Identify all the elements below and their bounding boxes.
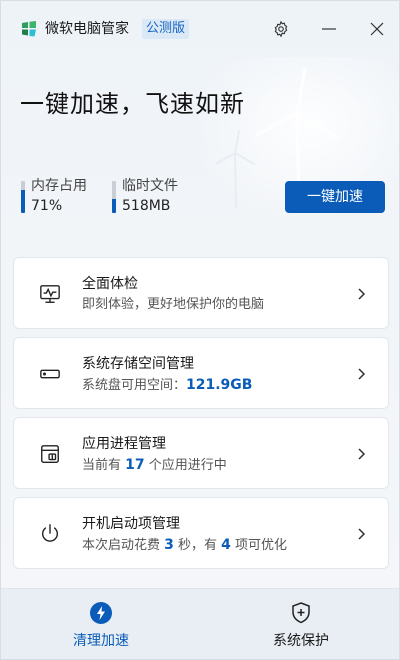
temp-files-fill <box>112 198 116 213</box>
storage-management-card[interactable]: 系统存储空间管理 系统盘可用空间：121.9GB <box>13 337 389 409</box>
app-process-icon <box>38 442 62 466</box>
app-title: 微软电脑管家 <box>45 21 129 37</box>
pc-manager-logo-icon <box>22 21 36 37</box>
temp-files-bar <box>112 181 116 213</box>
card-subtitle-mid: 秒，有 <box>173 538 222 553</box>
temp-files-label: 临时文件 <box>122 178 178 194</box>
card-subtitle: 即刻体验，更好地保护你的电脑 <box>82 297 265 312</box>
card-subtitle: 本次启动花费 3 秒，有 4 项可优化 <box>82 536 287 555</box>
memory-usage-bar <box>21 181 25 213</box>
shield-plus-icon <box>289 601 313 625</box>
nav-clean-speedup[interactable]: 清理加速 <box>1 589 201 659</box>
chevron-right-icon <box>356 444 368 464</box>
memory-usage-label: 内存占用 <box>31 178 87 194</box>
title-bar: 微软电脑管家 公测版 <box>1 1 399 57</box>
one-click-speedup-button[interactable]: 一键加速 <box>285 181 385 213</box>
chevron-right-icon <box>356 364 368 384</box>
card-title: 开机启动项管理 <box>82 516 180 532</box>
chevron-right-icon <box>356 284 368 304</box>
close-button[interactable] <box>365 17 389 41</box>
lightning-icon <box>89 601 113 625</box>
full-checkup-card[interactable]: 全面体检 即刻体验，更好地保护你的电脑 <box>13 257 389 329</box>
card-subtitle: 系统盘可用空间：121.9GB <box>82 376 252 395</box>
card-subtitle-prefix: 本次启动花费 <box>82 538 165 553</box>
beta-badge: 公测版 <box>142 19 190 39</box>
free-space-value: 121.9GB <box>186 377 253 393</box>
minimize-button[interactable] <box>317 17 341 41</box>
running-apps-count: 17 <box>125 457 145 473</box>
nav-label: 系统保护 <box>273 633 329 649</box>
power-icon <box>38 522 62 546</box>
chevron-right-icon <box>356 524 368 544</box>
memory-usage-fill <box>21 190 25 213</box>
minimize-icon <box>322 28 336 30</box>
gear-icon <box>274 20 288 38</box>
card-subtitle-prefix: 当前有 <box>82 458 126 473</box>
optimizable-items-count: 4 <box>221 537 231 553</box>
card-title: 系统存储空间管理 <box>82 356 194 372</box>
card-subtitle-prefix: 系统盘可用空间： <box>82 378 187 393</box>
card-title: 全面体检 <box>82 276 138 292</box>
bottom-nav: 清理加速 系统保护 <box>1 588 399 659</box>
startup-seconds: 3 <box>164 537 174 553</box>
close-icon <box>370 22 384 36</box>
card-subtitle-suffix: 个应用进行中 <box>144 458 227 473</box>
storage-drive-icon <box>38 362 62 386</box>
settings-button[interactable] <box>269 17 293 41</box>
nav-label: 清理加速 <box>73 633 129 649</box>
startup-items-card[interactable]: 开机启动项管理 本次启动花费 3 秒，有 4 项可优化 <box>13 497 389 569</box>
card-subtitle-suffix: 项可优化 <box>230 538 288 553</box>
temp-files-value: 518MB <box>122 198 171 214</box>
monitor-pulse-icon <box>38 282 62 306</box>
hero-title: 一键加速，飞速如新 <box>20 90 245 118</box>
card-subtitle: 当前有 17 个应用进行中 <box>82 456 227 475</box>
memory-usage-value: 71% <box>31 198 63 214</box>
process-management-card[interactable]: 应用进程管理 当前有 17 个应用进行中 <box>13 417 389 489</box>
pc-manager-window: 微软电脑管家 公测版 一键加速，飞速如新 内存占用 71% 临时文件 518MB… <box>0 0 400 660</box>
card-title: 应用进程管理 <box>82 436 166 452</box>
nav-system-protection[interactable]: 系统保护 <box>201 589 399 659</box>
